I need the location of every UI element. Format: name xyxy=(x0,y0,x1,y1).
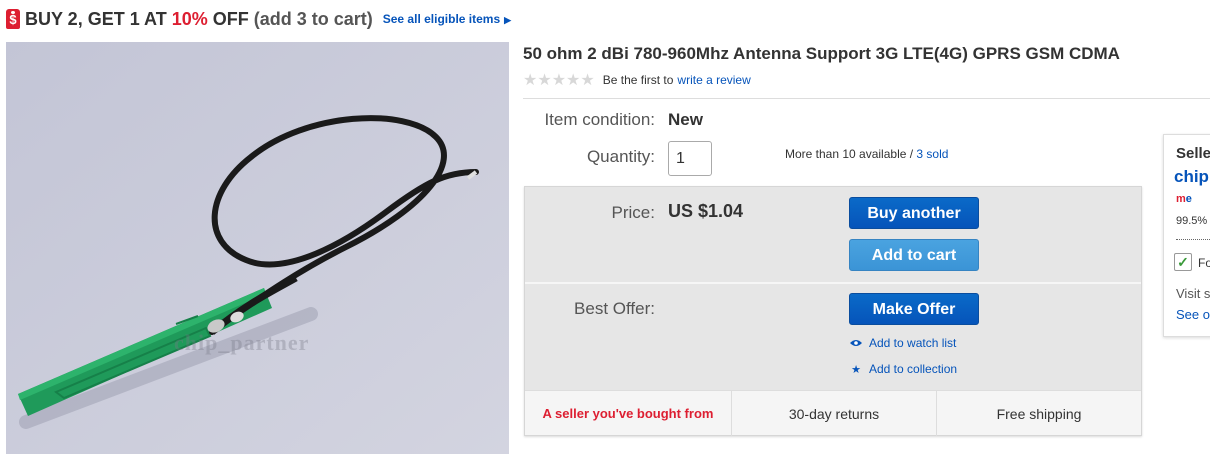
seller-info-panel: Selle chip me 99.5% ✓ Fo Visit s See o xyxy=(1163,134,1210,337)
visit-store-text[interactable]: Visit s xyxy=(1176,286,1210,301)
promo-cart-note: (add 3 to cart) xyxy=(248,8,373,29)
product-title: 50 ohm 2 dBi 780-960Mhz Antenna Support … xyxy=(523,44,1120,63)
badge-returns: 30-day returns xyxy=(732,391,937,436)
promo-text-after: OFF xyxy=(207,8,249,29)
badges-bar: A seller you've bought from 30-day retur… xyxy=(525,390,1141,436)
best-offer-label: Best Offer: xyxy=(574,299,655,318)
star-icon: ★ xyxy=(851,363,861,376)
image-watermark: chip_partner xyxy=(174,330,310,355)
condition-label: Item condition: xyxy=(544,110,655,129)
rating-row: ★★★★★ Be the first to write a review xyxy=(523,70,751,90)
quantity-input[interactable] xyxy=(668,141,712,176)
badge-shipping: Free shipping xyxy=(996,405,1082,422)
promo-text: BUY 2, GET 1 AT 10% OFF (add 3 to cart) xyxy=(25,9,373,30)
antenna-photo xyxy=(6,42,509,454)
sold-link[interactable]: 3 sold xyxy=(916,147,948,161)
add-to-watch-list-link[interactable]: Add to watch list xyxy=(849,336,956,350)
seller-name-link[interactable]: chip xyxy=(1174,167,1209,187)
see-eligible-items-label[interactable]: See all eligible items xyxy=(383,12,500,26)
badge-seller-bought-from: A seller you've bought from xyxy=(525,391,732,436)
add-to-cart-button[interactable]: Add to cart xyxy=(849,239,979,271)
availability-text: More than 10 available / 3 sold xyxy=(785,147,948,161)
promo-text-before: BUY 2, GET 1 AT xyxy=(25,8,172,29)
buy-box: Price: US $1.04 Buy another Add to cart … xyxy=(524,186,1142,436)
seller-feedback-percent: 99.5% xyxy=(1176,215,1208,227)
see-eligible-items-link[interactable]: See all eligible items ▶ xyxy=(383,12,511,26)
make-offer-button[interactable]: Make Offer xyxy=(849,293,979,325)
price-label: Price: xyxy=(611,203,655,222)
promo-banner: $ BUY 2, GET 1 AT 10% OFF (add 3 to cart… xyxy=(6,7,511,31)
rating-stars-icon: ★★★★★ xyxy=(523,72,595,89)
seller-info-title: Selle xyxy=(1176,145,1210,162)
eye-icon xyxy=(849,339,863,347)
me-badge-e: e xyxy=(1185,193,1192,205)
see-other-items-link[interactable]: See o xyxy=(1176,307,1210,322)
product-image[interactable]: chip_partner xyxy=(6,42,509,454)
quantity-label: Quantity: xyxy=(586,147,655,166)
collection-label[interactable]: Add to collection xyxy=(869,362,957,376)
title-divider xyxy=(523,98,1210,99)
write-review-link[interactable]: write a review xyxy=(677,73,750,87)
rating-prefix: Be the first to xyxy=(602,73,674,87)
follow-checkbox[interactable]: ✓ xyxy=(1174,253,1192,271)
buy-another-button[interactable]: Buy another xyxy=(849,197,979,229)
watch-list-label[interactable]: Add to watch list xyxy=(869,336,956,350)
arrow-right-icon: ▶ xyxy=(504,15,512,25)
add-to-collection-link[interactable]: ★ Add to collection xyxy=(849,362,957,376)
seller-divider xyxy=(1176,239,1210,240)
availability-label: More than 10 available / xyxy=(785,147,917,161)
me-badge-m: m xyxy=(1176,193,1186,205)
buybox-divider xyxy=(525,282,1141,284)
follow-label: Fo xyxy=(1198,256,1210,270)
condition-value: New xyxy=(668,110,703,129)
promo-discount: 10% xyxy=(171,8,208,29)
price-value: US $1.04 xyxy=(668,201,744,221)
me-badge-icon: me xyxy=(1176,193,1192,205)
price-tag-icon: $ xyxy=(6,9,20,29)
